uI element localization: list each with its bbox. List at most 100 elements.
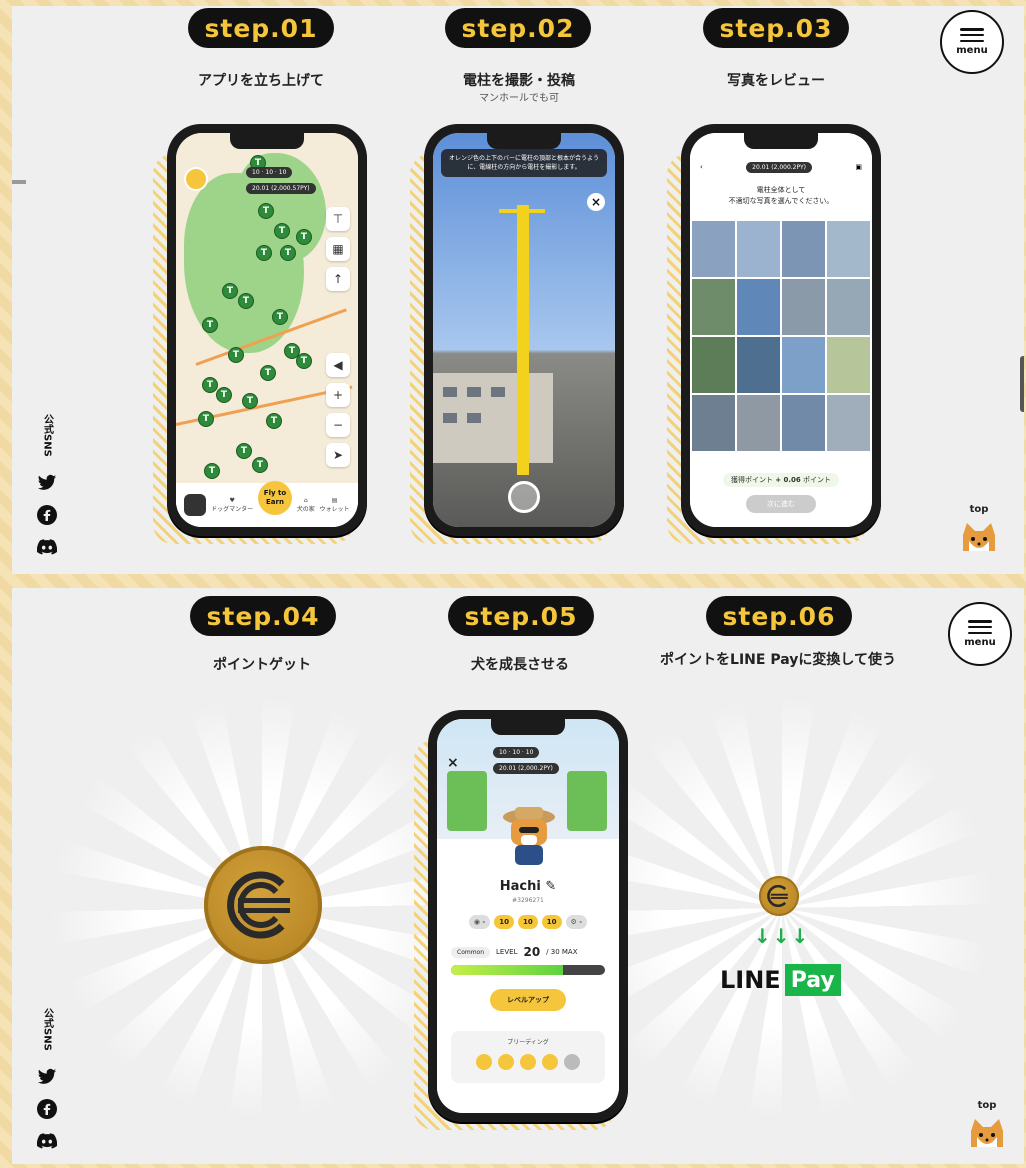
- balance-display: 20.01 (2,000.2PY): [493, 763, 559, 774]
- photo-thumb[interactable]: [782, 395, 825, 451]
- step-badge-01: step.01: [188, 8, 334, 48]
- review-screen: ‹ 20.01 (2,000.2PY) ▣ 電柱全体として 不適切な写真を選んで…: [690, 133, 872, 527]
- facebook-icon[interactable]: [36, 1098, 58, 1120]
- paw-icon: [476, 1054, 492, 1070]
- menu-label: menu: [956, 45, 988, 56]
- map-screen: T T T T T T T T T T T T T T T T T T T T …: [176, 133, 358, 527]
- xp-bar: [451, 965, 605, 975]
- photo-thumb[interactable]: [782, 337, 825, 393]
- photo-thumb[interactable]: [737, 279, 780, 335]
- edit-icon[interactable]: ✎: [545, 879, 556, 894]
- nav-dog-center[interactable]: ♥ ドッグマンター: [211, 497, 253, 513]
- step-subtitle-02: マンホールでも可: [479, 93, 559, 104]
- hamburger-icon: [960, 28, 984, 42]
- photo-thumb[interactable]: [782, 279, 825, 335]
- step-badge-05: step.05: [448, 596, 594, 636]
- level-value: 20: [523, 945, 541, 959]
- twitter-icon[interactable]: [36, 1066, 58, 1088]
- back-to-top-button[interactable]: top: [954, 504, 1004, 561]
- discord-icon[interactable]: [36, 1130, 58, 1152]
- shiba-dog-icon: [963, 523, 995, 551]
- photo-thumb[interactable]: [692, 395, 735, 451]
- photo-grid: [692, 221, 870, 451]
- photo-thumb[interactable]: [827, 395, 870, 451]
- points-earned: 獲得ポイント + 0.06 ポイント: [722, 473, 840, 487]
- avatar[interactable]: [184, 167, 208, 191]
- sns-label: 公式SNS: [41, 1008, 53, 1051]
- step-title-04: ポイントゲット: [213, 657, 311, 673]
- back-to-top-button[interactable]: top: [962, 1100, 1012, 1157]
- menu-button[interactable]: menu: [948, 602, 1012, 666]
- close-icon[interactable]: ×: [447, 755, 459, 771]
- compass-icon[interactable]: ↑: [326, 267, 350, 291]
- step-badge-06: step.06: [706, 596, 852, 636]
- balance-display: 20.01 (2,000.57PY): [246, 183, 316, 194]
- gallery-icon[interactable]: ▣: [855, 163, 862, 171]
- sns-links: 公式SNS: [32, 1008, 62, 1157]
- discord-icon[interactable]: [36, 536, 58, 558]
- stat-chip: ⚙ -: [565, 915, 588, 929]
- photo-thumb[interactable]: [782, 221, 825, 277]
- nav-profile[interactable]: [184, 494, 207, 516]
- photo-thumb[interactable]: [692, 221, 735, 277]
- step-badge-02: step.02: [445, 8, 591, 48]
- bottom-nav: ♥ ドッグマンター Fly to Earn ⌂ 犬の家 ▤ ウォレット: [176, 481, 358, 527]
- photo-thumb[interactable]: [827, 337, 870, 393]
- back-icon[interactable]: ‹: [700, 163, 703, 171]
- fly-to-earn-button[interactable]: Fly to Earn: [257, 481, 292, 515]
- menu-button[interactable]: menu: [940, 10, 1004, 74]
- photo-thumb[interactable]: [737, 395, 780, 451]
- level-row: Common LEVEL 20 / 30 MAX: [451, 945, 605, 959]
- xp-fill: [451, 965, 564, 975]
- megaphone-icon[interactable]: ◀: [326, 353, 350, 377]
- shutter-button[interactable]: [508, 481, 540, 513]
- breeding-panel: ブリーディング: [451, 1031, 605, 1083]
- paw-icon: [520, 1054, 536, 1070]
- paw-icon: [542, 1054, 558, 1070]
- utility-pole-highlight: [517, 205, 529, 475]
- decorative-dash: [12, 180, 26, 184]
- dog-name: Hachi ✎: [499, 879, 557, 894]
- nav-dog-house[interactable]: ⌂ 犬の家: [297, 497, 315, 513]
- sns-label: 公式SNS: [41, 414, 53, 457]
- small-coin-icon: [759, 876, 799, 916]
- line-pay-logo: LINE Pay: [720, 964, 841, 996]
- hamburger-icon: [968, 620, 992, 634]
- dog-id: #3296271: [512, 897, 544, 904]
- breeding-slots: [451, 1054, 605, 1070]
- paw-icon: [564, 1054, 580, 1070]
- review-question-line1: 電柱全体として: [756, 186, 806, 194]
- photo-thumb[interactable]: [692, 279, 735, 335]
- facebook-icon[interactable]: [36, 504, 58, 526]
- nav-wallet[interactable]: ▤ ウォレット: [320, 497, 350, 513]
- layer-button[interactable]: ▦: [326, 237, 350, 261]
- how-to-panel-1: step.01 step.02 step.03 アプリを立ち上げて 電柱を撮影・…: [12, 6, 1024, 574]
- stat-chip: ◉ -: [468, 915, 491, 929]
- photo-thumb[interactable]: [737, 221, 780, 277]
- camera-screen: オレンジ色の上下のバーに電柱の頂部と根本が合うように、電線柱の方向から電柱を撮影…: [433, 133, 615, 527]
- photo-thumb[interactable]: [692, 337, 735, 393]
- level-up-button[interactable]: レベルアップ: [490, 989, 566, 1011]
- step-badge-03: step.03: [703, 8, 849, 48]
- breeding-title: ブリーディング: [507, 1039, 549, 1046]
- convert-arrows: ↓↓↓: [754, 924, 811, 948]
- locate-icon[interactable]: ➤: [326, 443, 350, 467]
- photo-thumb[interactable]: [827, 221, 870, 277]
- twitter-icon[interactable]: [36, 472, 58, 494]
- photo-thumb[interactable]: [737, 337, 780, 393]
- next-button[interactable]: 次に進む: [746, 495, 816, 513]
- step-badge-04: step.04: [190, 596, 336, 636]
- badge-counts: 10 · 10 · 10: [246, 167, 293, 178]
- level-label: LEVEL: [496, 948, 518, 956]
- dog-screen: 10 · 10 · 10 20.01 (2,000.2PY) × Hachi ✎…: [437, 719, 619, 1113]
- photo-thumb[interactable]: [827, 279, 870, 335]
- scrollbar[interactable]: [1020, 356, 1024, 412]
- pole-filter-button[interactable]: ⊤: [326, 207, 350, 231]
- zoom-in-icon[interactable]: +: [326, 383, 350, 407]
- zoom-out-icon[interactable]: −: [326, 413, 350, 437]
- step-title-02: 電柱を撮影・投稿: [463, 73, 575, 89]
- menu-label: menu: [964, 637, 996, 648]
- stat-chip: 10: [541, 915, 562, 929]
- close-icon[interactable]: ×: [587, 193, 605, 211]
- step-title-05: 犬を成長させる: [471, 657, 569, 673]
